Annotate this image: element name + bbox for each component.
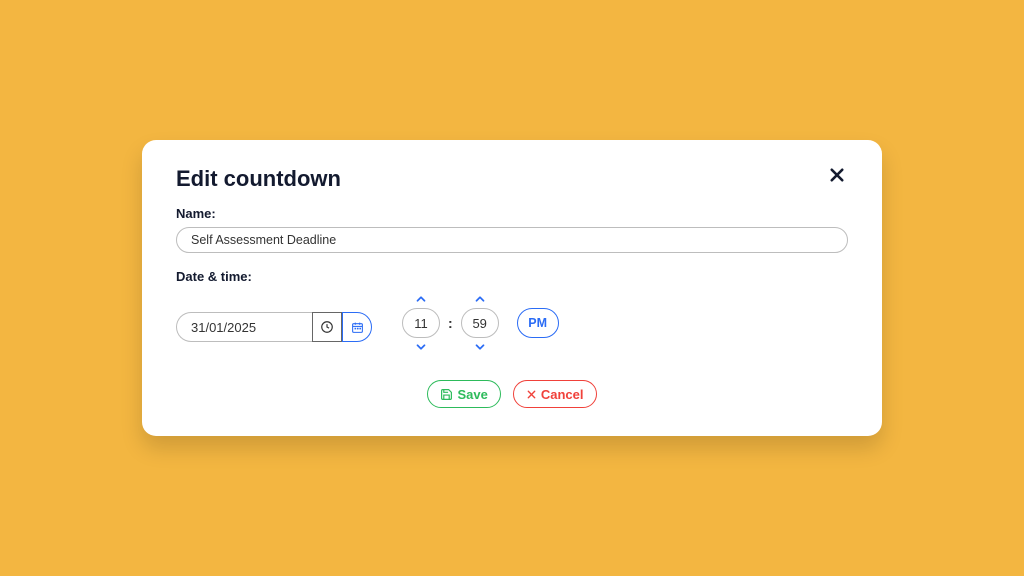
date-input-group <box>176 312 372 342</box>
hour-up-button[interactable] <box>414 290 428 308</box>
hour-value[interactable]: 11 <box>402 308 440 338</box>
name-label: Name: <box>176 206 848 221</box>
dialog-actions: Save Cancel <box>176 380 848 408</box>
ampm-toggle[interactable]: PM <box>517 308 559 338</box>
time-separator: : <box>448 315 453 331</box>
minute-spinner: 59 <box>461 290 499 356</box>
cancel-label: Cancel <box>541 387 584 402</box>
datetime-row: 11 : 59 <box>176 290 848 356</box>
save-button[interactable]: Save <box>427 380 500 408</box>
dialog-title: Edit countdown <box>176 166 341 192</box>
datetime-label: Date & time: <box>176 269 848 284</box>
name-input[interactable] <box>176 227 848 253</box>
time-picker-button[interactable] <box>312 312 342 342</box>
hour-down-button[interactable] <box>414 338 428 356</box>
calendar-icon <box>351 321 364 334</box>
cancel-button[interactable]: Cancel <box>513 380 597 408</box>
close-button[interactable] <box>826 164 848 186</box>
date-input[interactable] <box>176 312 312 342</box>
save-icon <box>440 388 453 401</box>
dialog-header: Edit countdown <box>176 166 848 206</box>
minute-value[interactable]: 59 <box>461 308 499 338</box>
minute-down-button[interactable] <box>473 338 487 356</box>
chevron-up-icon <box>414 292 428 306</box>
date-picker-button[interactable] <box>342 312 372 342</box>
save-label: Save <box>457 387 487 402</box>
chevron-down-icon <box>473 340 487 354</box>
close-icon <box>526 389 537 400</box>
edit-countdown-dialog: Edit countdown Name: Date & time: <box>142 140 882 436</box>
chevron-down-icon <box>414 340 428 354</box>
chevron-up-icon <box>473 292 487 306</box>
hour-spinner: 11 <box>402 290 440 356</box>
time-picker: 11 : 59 <box>402 290 559 356</box>
clock-icon <box>320 320 334 334</box>
close-icon <box>828 166 846 184</box>
minute-up-button[interactable] <box>473 290 487 308</box>
